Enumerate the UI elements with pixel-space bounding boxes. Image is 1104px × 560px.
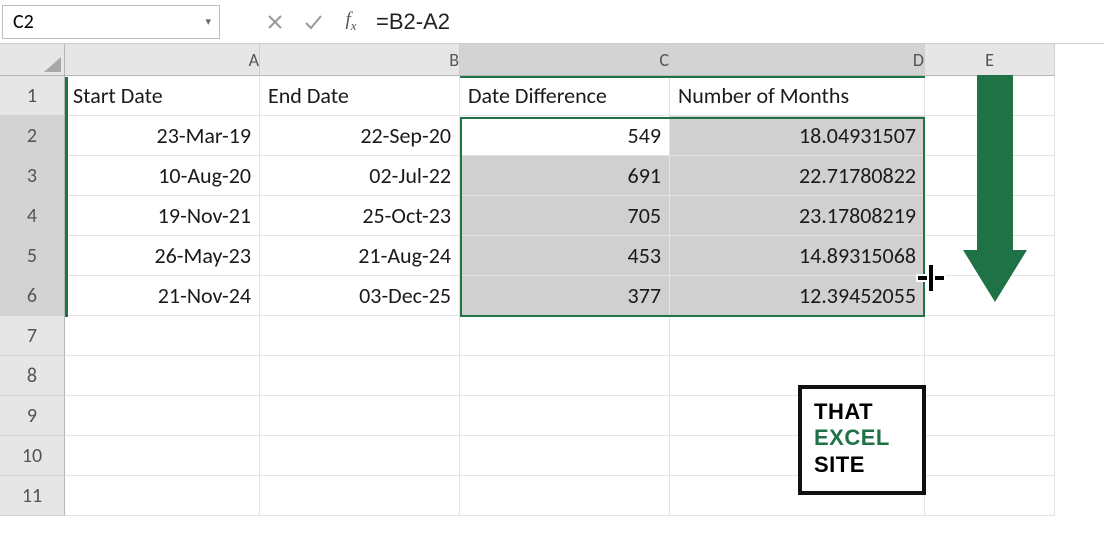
- cell-b11[interactable]: [260, 476, 460, 516]
- cell-a11[interactable]: [65, 476, 260, 516]
- cell-d4[interactable]: 23.17808219: [670, 196, 925, 236]
- cell-d1[interactable]: Number of Months: [670, 76, 925, 116]
- col-header-b[interactable]: B: [260, 44, 460, 76]
- logo-line-1: THAT: [814, 399, 910, 425]
- cell-d6[interactable]: 12.39452055: [670, 276, 925, 316]
- row-header-5[interactable]: 5: [0, 236, 65, 276]
- cell-a2[interactable]: 23-Mar-19: [65, 116, 260, 156]
- col-header-a[interactable]: A: [65, 44, 260, 76]
- cell-a1[interactable]: Start Date: [65, 76, 260, 116]
- logo-line-2: EXCEL: [814, 425, 910, 451]
- row-header-6[interactable]: 6: [0, 276, 65, 316]
- cell-c4[interactable]: 705: [460, 196, 670, 236]
- cell-c6[interactable]: 377: [460, 276, 670, 316]
- cell-a7[interactable]: [65, 316, 260, 356]
- cell-b5[interactable]: 21-Aug-24: [260, 236, 460, 276]
- cell-e8[interactable]: [925, 356, 1055, 396]
- cell-b8[interactable]: [260, 356, 460, 396]
- cell-e10[interactable]: [925, 436, 1055, 476]
- cell-a3[interactable]: 10-Aug-20: [65, 156, 260, 196]
- cancel-formula-button[interactable]: [256, 5, 294, 39]
- row-selection-indicator: [65, 77, 68, 317]
- confirm-formula-button[interactable]: [294, 5, 332, 39]
- cell-c5[interactable]: 453: [460, 236, 670, 276]
- down-arrow-icon: [963, 75, 1027, 302]
- cell-b10[interactable]: [260, 436, 460, 476]
- row-header-9[interactable]: 9: [0, 396, 65, 436]
- cell-e11[interactable]: [925, 476, 1055, 516]
- insert-function-button[interactable]: fx: [332, 5, 370, 39]
- row-header-7[interactable]: 7: [0, 316, 65, 356]
- select-all-corner[interactable]: [0, 44, 65, 76]
- formula-bar: C2 ▾ fx: [0, 0, 1104, 44]
- cell-d7[interactable]: [670, 316, 925, 356]
- cell-a6[interactable]: 21-Nov-24: [65, 276, 260, 316]
- row-header-10[interactable]: 10: [0, 436, 65, 476]
- row-header-3[interactable]: 3: [0, 156, 65, 196]
- row-header-4[interactable]: 4: [0, 196, 65, 236]
- cell-a8[interactable]: [65, 356, 260, 396]
- cell-reference: C2: [13, 10, 34, 34]
- cell-b9[interactable]: [260, 396, 460, 436]
- row-header-8[interactable]: 8: [0, 356, 65, 396]
- cell-e7[interactable]: [925, 316, 1055, 356]
- cell-b3[interactable]: 02-Jul-22: [260, 156, 460, 196]
- formula-input[interactable]: [370, 5, 1102, 39]
- cell-c9[interactable]: [460, 396, 670, 436]
- cell-b4[interactable]: 25-Oct-23: [260, 196, 460, 236]
- cell-d2[interactable]: 18.04931507: [670, 116, 925, 156]
- cell-b7[interactable]: [260, 316, 460, 356]
- cell-a4[interactable]: 19-Nov-21: [65, 196, 260, 236]
- cell-c7[interactable]: [460, 316, 670, 356]
- cell-b1[interactable]: End Date: [260, 76, 460, 116]
- logo-line-3: SITE: [814, 452, 910, 478]
- name-box[interactable]: C2 ▾: [2, 5, 220, 39]
- cell-d5[interactable]: 14.89315068: [670, 236, 925, 276]
- cell-c3[interactable]: 691: [460, 156, 670, 196]
- cell-c11[interactable]: [460, 476, 670, 516]
- cell-e9[interactable]: [925, 396, 1055, 436]
- cell-b6[interactable]: 03-Dec-25: [260, 276, 460, 316]
- row-header-2[interactable]: 2: [0, 116, 65, 156]
- cell-c10[interactable]: [460, 436, 670, 476]
- cell-d3[interactable]: 22.71780822: [670, 156, 925, 196]
- col-header-e[interactable]: E: [925, 44, 1055, 76]
- cell-a5[interactable]: 26-May-23: [65, 236, 260, 276]
- cell-a10[interactable]: [65, 436, 260, 476]
- site-logo: THAT EXCEL SITE: [798, 385, 926, 495]
- col-header-c[interactable]: C: [460, 44, 670, 76]
- col-header-d[interactable]: D: [670, 44, 925, 76]
- cell-b2[interactable]: 22-Sep-20: [260, 116, 460, 156]
- cell-c1[interactable]: Date Difference: [460, 76, 670, 116]
- fill-handle-cursor-icon: [918, 264, 946, 292]
- row-header-11[interactable]: 11: [0, 476, 65, 516]
- cell-c2[interactable]: 549: [460, 116, 670, 156]
- chevron-down-icon[interactable]: ▾: [205, 15, 211, 28]
- check-icon: [303, 13, 323, 31]
- row-header-1[interactable]: 1: [0, 76, 65, 116]
- fx-icon: fx: [345, 9, 356, 34]
- cell-a9[interactable]: [65, 396, 260, 436]
- cell-c8[interactable]: [460, 356, 670, 396]
- x-icon: [266, 13, 284, 31]
